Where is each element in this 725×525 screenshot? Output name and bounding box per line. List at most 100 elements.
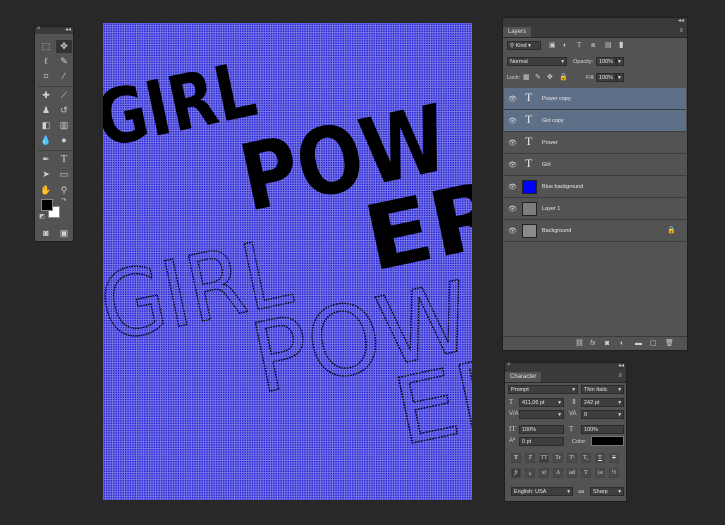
lock-position-icon[interactable]: ✥ xyxy=(547,74,553,81)
document-canvas[interactable]: GIRL POW ER GIRL POW ER xyxy=(103,23,472,500)
fill-input[interactable]: 100% xyxy=(596,73,616,82)
new-adjustment-icon[interactable]: ◐ xyxy=(620,340,624,347)
horizontal-scale-input[interactable]: 100% xyxy=(581,425,624,434)
stylistic-alternates-button[interactable]: ad xyxy=(567,468,577,478)
add-mask-icon[interactable]: ◙ xyxy=(605,340,609,347)
standard-ligatures-button[interactable]: fi xyxy=(511,468,521,478)
leading-input[interactable]: 242 pt ▾ xyxy=(581,398,624,407)
foreground-color-swatch[interactable] xyxy=(41,199,53,211)
tab-character[interactable]: Character xyxy=(505,372,542,382)
visibility-eye-icon[interactable]: 👁 xyxy=(508,139,517,147)
opacity-input[interactable]: 100% xyxy=(596,57,616,66)
kerning-input[interactable]: ▾ xyxy=(519,410,564,419)
visibility-eye-icon[interactable]: 👁 xyxy=(508,227,517,235)
delete-layer-icon[interactable]: 🗑 xyxy=(665,340,674,347)
faux-bold-button[interactable]: T xyxy=(511,453,521,463)
layer-row-layer-1[interactable]: 👁 Layer 1 xyxy=(504,198,686,220)
titling-alternates-button[interactable]: T xyxy=(581,468,591,478)
pen-tool-icon[interactable]: ✒ xyxy=(38,153,54,166)
clone-stamp-tool-icon[interactable]: ♟ xyxy=(38,104,54,117)
visibility-eye-icon[interactable]: 👁 xyxy=(508,205,517,213)
path-selection-tool-icon[interactable]: ➤ xyxy=(38,168,54,181)
blur-tool-icon[interactable]: 💧 xyxy=(38,134,54,147)
toolbox-close-button[interactable]: × xyxy=(37,26,41,32)
strikethrough-button[interactable]: T xyxy=(609,453,619,463)
font-style-select[interactable]: Thin Italic ▾ xyxy=(581,385,624,394)
underline-button[interactable]: T xyxy=(595,453,605,463)
move-tool-icon[interactable]: ✥ xyxy=(56,40,72,53)
layer-style-icon[interactable]: fx xyxy=(590,340,595,347)
ordinals-button[interactable]: 1st xyxy=(595,468,605,478)
layer-row-power[interactable]: 👁 T Power xyxy=(504,132,686,154)
superscript-button[interactable]: T¹ xyxy=(567,453,577,463)
rectangle-tool-icon[interactable]: ▭ xyxy=(56,168,72,181)
fractions-button[interactable]: ½ xyxy=(609,468,619,478)
eraser-tool-icon[interactable]: ◧ xyxy=(38,119,54,132)
layer-row-power-copy[interactable]: 👁 T Power copy xyxy=(504,88,686,110)
faux-italic-button[interactable]: T xyxy=(525,453,535,463)
font-size-input[interactable]: 411,06 pt ▾ xyxy=(519,398,564,407)
new-group-icon[interactable]: ▬ xyxy=(635,340,642,347)
lasso-tool-icon[interactable]: ℓ xyxy=(38,55,54,68)
filter-type-icon[interactable]: T xyxy=(577,42,581,49)
crop-tool-icon[interactable]: ⌗ xyxy=(38,70,54,83)
filter-pixel-icon[interactable]: ▣ xyxy=(549,42,556,49)
eyedropper-tool-icon[interactable]: ⁄ xyxy=(56,70,72,83)
character-collapse-button[interactable]: ◂◂ xyxy=(618,362,624,369)
subscript-button[interactable]: T₁ xyxy=(581,453,591,463)
character-close-button[interactable]: × xyxy=(507,362,511,368)
tab-layers[interactable]: Layers xyxy=(503,27,532,37)
brush-tool-icon[interactable]: ⟋ xyxy=(56,89,72,102)
layer-row-girl[interactable]: 👁 T Girl xyxy=(504,154,686,176)
baseline-shift-input[interactable]: 0 pt xyxy=(519,437,564,446)
blend-mode-select[interactable]: Normal ▾ xyxy=(507,57,567,66)
small-caps-button[interactable]: Tr xyxy=(553,453,563,463)
language-select[interactable]: English: USA ▾ xyxy=(511,487,573,496)
history-brush-tool-icon[interactable]: ↺ xyxy=(56,104,72,117)
toolbox-collapse-button[interactable]: ◂◂ xyxy=(65,26,71,33)
default-colors-icon[interactable]: ◩ xyxy=(38,213,46,221)
filter-smart-object-icon[interactable]: ▤ xyxy=(605,42,612,49)
visibility-eye-icon[interactable]: 👁 xyxy=(508,117,517,125)
screen-mode-icon[interactable]: ▣ xyxy=(56,227,72,240)
hand-tool-icon[interactable]: ✋ xyxy=(38,184,54,197)
healing-brush-tool-icon[interactable]: ✚ xyxy=(38,89,54,102)
discretionary-ligatures-button[interactable]: st xyxy=(539,468,549,478)
marquee-tool-icon[interactable]: ⬚ xyxy=(38,40,54,53)
layer-row-blue-background[interactable]: 👁 Blue background xyxy=(504,176,686,198)
tracking-input[interactable]: 0 ▾ xyxy=(581,410,624,419)
filter-toggle-icon[interactable]: ▮ xyxy=(619,41,623,49)
text-color-swatch[interactable] xyxy=(591,436,624,446)
layers-panel-menu-icon[interactable]: ≡ xyxy=(679,28,683,34)
lock-transparent-icon[interactable]: ▦ xyxy=(523,74,530,81)
quick-select-tool-icon[interactable]: ✎ xyxy=(56,55,72,68)
visibility-eye-icon[interactable]: 👁 xyxy=(508,161,517,169)
new-layer-icon[interactable]: ▢ xyxy=(650,340,657,347)
zoom-tool-icon[interactable]: ⚲ xyxy=(56,184,72,197)
all-caps-button[interactable]: TT xyxy=(539,453,549,463)
lock-pixels-icon[interactable]: ✎ xyxy=(535,74,541,81)
visibility-eye-icon[interactable]: 👁 xyxy=(508,183,517,191)
swash-button[interactable]: A xyxy=(553,468,563,478)
layer-row-girl-copy[interactable]: 👁 T Girl copy xyxy=(504,110,686,132)
vertical-scale-input[interactable]: 100% xyxy=(519,425,564,434)
visibility-eye-icon[interactable]: 👁 xyxy=(508,95,517,103)
quick-mask-icon[interactable]: ◙ xyxy=(38,227,54,240)
contextual-alternates-button[interactable]: ℴ xyxy=(525,468,535,478)
antialias-select[interactable]: Sharp ▾ xyxy=(590,487,624,496)
font-family-select[interactable]: Prompt ▾ xyxy=(508,385,578,394)
character-panel-menu-icon[interactable]: ≡ xyxy=(618,373,622,379)
layers-collapse-button[interactable]: ◂◂ xyxy=(678,17,684,24)
opacity-dropdown-icon[interactable]: ▾ xyxy=(616,57,624,66)
layer-filter-kind-select[interactable]: ⚲ Kind ▾ xyxy=(507,41,541,50)
gradient-tool-icon[interactable]: ▥ xyxy=(56,119,72,132)
swap-colors-icon[interactable]: ↷ xyxy=(60,197,68,205)
fill-dropdown-icon[interactable]: ▾ xyxy=(616,73,624,82)
lock-all-icon[interactable]: 🔒 xyxy=(559,74,568,81)
filter-shape-icon[interactable]: ⧈ xyxy=(591,42,595,49)
filter-adjustment-icon[interactable]: ◐ xyxy=(563,42,567,49)
link-layers-icon[interactable]: ⛓ xyxy=(575,340,584,347)
type-tool-icon[interactable]: T xyxy=(56,153,72,166)
layer-row-background[interactable]: 👁 Background 🔒 xyxy=(504,220,686,242)
dodge-tool-icon[interactable]: ● xyxy=(56,134,72,147)
